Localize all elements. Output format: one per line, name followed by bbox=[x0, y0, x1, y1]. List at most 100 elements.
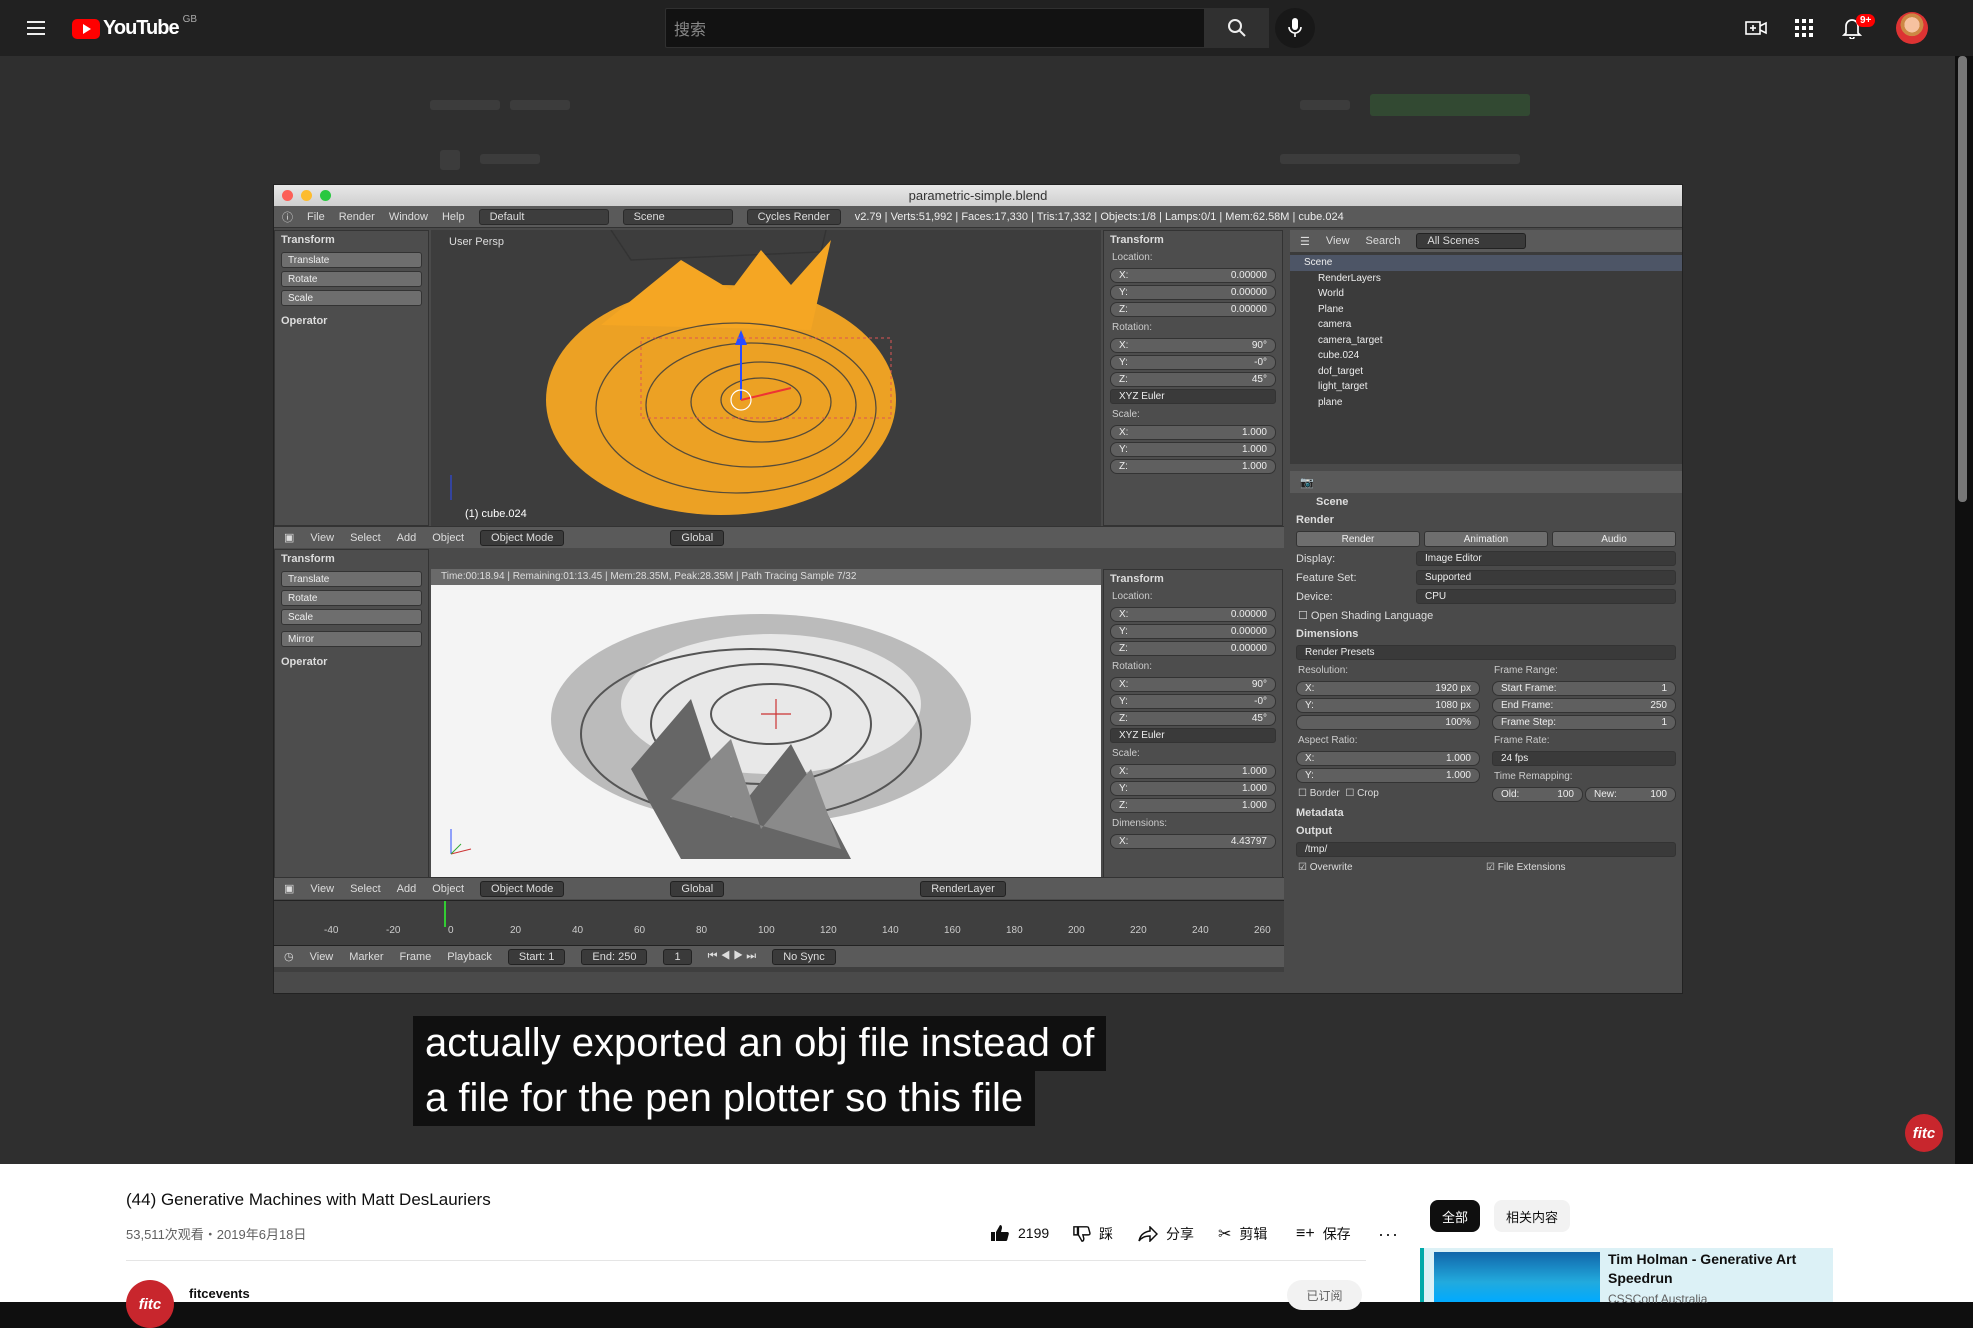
border-crop-row[interactable]: ☐ Border ☐ Crop bbox=[1290, 785, 1486, 802]
object-mode-dropdown[interactable]: Object Mode bbox=[480, 529, 565, 546]
outliner-item[interactable]: light_target bbox=[1290, 379, 1682, 395]
render-engine-dropdown[interactable]: Cycles Render bbox=[746, 208, 841, 225]
avatar[interactable] bbox=[1896, 12, 1928, 44]
overwrite-checkbox[interactable]: ☑ Overwrite bbox=[1298, 862, 1486, 873]
location-x-field[interactable]: X: 0.00000 bbox=[1110, 607, 1276, 622]
menu-marker[interactable]: Marker bbox=[349, 951, 383, 963]
voice-search-button[interactable] bbox=[1275, 8, 1315, 48]
end-frame-field[interactable]: End Frame: 250 bbox=[1492, 698, 1676, 713]
orientation-dropdown[interactable]: Global bbox=[670, 529, 725, 546]
translate-button[interactable]: Translate bbox=[281, 571, 422, 587]
scale-x-field[interactable]: X: 1.000 bbox=[1110, 425, 1276, 440]
osl-checkbox[interactable]: ☐ Open Shading Language bbox=[1290, 606, 1682, 625]
recommended-video[interactable]: Tim Holman - Generative Art Speedrun CSS… bbox=[1420, 1248, 1833, 1306]
dimensions-panel-heading[interactable]: Dimensions bbox=[1290, 625, 1682, 643]
menu-object[interactable]: Object bbox=[432, 883, 464, 895]
output-panel-heading[interactable]: Output bbox=[1290, 822, 1682, 840]
display-mode-dropdown[interactable]: All Scenes bbox=[1416, 233, 1527, 249]
video-player[interactable]: parametric-simple.blend ⓘ File Render Wi… bbox=[0, 56, 1955, 1164]
outliner-item[interactable]: World bbox=[1290, 286, 1682, 302]
scale-z-field[interactable]: Z: 1.000 bbox=[1110, 798, 1276, 813]
menu-render[interactable]: Render bbox=[339, 211, 375, 223]
chip-related[interactable]: 相关内容 bbox=[1494, 1200, 1571, 1232]
dimension-x-field[interactable]: X: 4.43797 bbox=[1110, 834, 1276, 849]
frame-step-field[interactable]: Frame Step: 1 bbox=[1492, 715, 1676, 730]
outliner-item[interactable]: RenderLayers bbox=[1290, 271, 1682, 287]
save-button[interactable]: ≡+ 保存 bbox=[1296, 1224, 1351, 1244]
aspect-y-field[interactable]: Y: 1.000 bbox=[1296, 768, 1480, 783]
render-panel-heading[interactable]: Render bbox=[1290, 511, 1682, 529]
outliner-item[interactable]: plane bbox=[1290, 395, 1682, 411]
timeline-editor[interactable]: -40 -20 0 20 40 60 80 100 120 140 160 180 200 220 240 2… bbox=[274, 900, 1284, 972]
menu-frame[interactable]: Frame bbox=[400, 951, 432, 963]
location-y-field[interactable]: Y: 0.00000 bbox=[1110, 285, 1276, 300]
rotate-button[interactable]: Rotate bbox=[281, 590, 422, 606]
clip-button[interactable]: ✂ 剪辑 bbox=[1218, 1224, 1267, 1244]
animation-button[interactable]: Animation bbox=[1424, 531, 1548, 547]
outliner-item[interactable]: Scene bbox=[1290, 255, 1682, 271]
location-z-field[interactable]: Z: 0.00000 bbox=[1110, 302, 1276, 317]
editor-type-icon[interactable]: ▣ bbox=[284, 882, 294, 895]
scale-z-field[interactable]: Z: 1.000 bbox=[1110, 459, 1276, 474]
scale-button[interactable]: Scale bbox=[281, 609, 422, 625]
render-tab-icon[interactable]: 📷 bbox=[1300, 476, 1314, 489]
info-menu-icon[interactable]: ⓘ bbox=[282, 209, 293, 225]
menu-view[interactable]: View bbox=[310, 532, 334, 544]
rotation-x-field[interactable]: X: 90° bbox=[1110, 338, 1276, 353]
display-dropdown[interactable]: Image Editor bbox=[1416, 551, 1676, 566]
menu-file[interactable]: File bbox=[307, 211, 325, 223]
menu-object[interactable]: Object bbox=[432, 532, 464, 544]
frame-rate-dropdown[interactable]: 24 fps bbox=[1492, 751, 1676, 766]
menu-add[interactable]: Add bbox=[397, 532, 417, 544]
sync-mode-dropdown[interactable]: No Sync bbox=[772, 948, 836, 965]
end-frame-field[interactable]: End: 250 bbox=[581, 948, 648, 965]
playback-controls-icon[interactable]: ⏮ ◀ ▶ ⏭ bbox=[708, 950, 757, 963]
rotation-mode-dropdown[interactable]: XYZ Euler bbox=[1110, 389, 1276, 404]
search-button[interactable] bbox=[1205, 8, 1269, 48]
playhead[interactable] bbox=[444, 901, 446, 927]
3d-viewport[interactable]: User Persp (1) cube.024 bbox=[431, 230, 1101, 526]
rotation-mode-dropdown[interactable]: XYZ Euler bbox=[1110, 728, 1276, 743]
scale-y-field[interactable]: Y: 1.000 bbox=[1110, 442, 1276, 457]
render-presets-dropdown[interactable]: Render Presets bbox=[1296, 645, 1676, 660]
like-button[interactable]: 2199 bbox=[990, 1224, 1049, 1242]
editor-type-icon[interactable]: ▣ bbox=[284, 531, 294, 544]
audio-button[interactable]: Audio bbox=[1552, 531, 1676, 547]
recommended-thumbnail[interactable] bbox=[1434, 1252, 1600, 1302]
menu-select[interactable]: Select bbox=[350, 883, 381, 895]
zoom-window-icon[interactable] bbox=[320, 190, 331, 201]
outliner-item[interactable]: camera bbox=[1290, 317, 1682, 333]
start-frame-field[interactable]: Start Frame: 1 bbox=[1492, 681, 1676, 696]
file-extensions-checkbox[interactable]: ☑ File Extensions bbox=[1486, 862, 1674, 873]
channel-avatar[interactable]: fitc bbox=[126, 1280, 174, 1328]
outliner-item[interactable]: dof_target bbox=[1290, 364, 1682, 380]
location-z-field[interactable]: Z: 0.00000 bbox=[1110, 641, 1276, 656]
resolution-x-field[interactable]: X: 1920 px bbox=[1296, 681, 1480, 696]
orientation-dropdown[interactable]: Global bbox=[670, 880, 725, 897]
rotation-y-field[interactable]: Y: -0° bbox=[1110, 694, 1276, 709]
editor-type-icon[interactable]: ◷ bbox=[284, 950, 294, 963]
scene-dropdown[interactable]: Scene bbox=[622, 208, 733, 225]
editor-type-icon[interactable]: ☰ bbox=[1300, 235, 1310, 248]
device-dropdown[interactable]: CPU bbox=[1416, 589, 1676, 604]
menu-view[interactable]: View bbox=[310, 883, 334, 895]
create-button[interactable] bbox=[1740, 12, 1772, 44]
search-input[interactable]: 搜索 bbox=[665, 8, 1205, 48]
menu-view[interactable]: View bbox=[310, 951, 334, 963]
start-frame-field[interactable]: Start: 1 bbox=[507, 948, 566, 965]
rotation-z-field[interactable]: Z: 45° bbox=[1110, 372, 1276, 387]
share-button[interactable]: 分享 bbox=[1138, 1224, 1194, 1244]
page-scrollbar[interactable] bbox=[1958, 56, 1967, 502]
aspect-x-field[interactable]: X: 1.000 bbox=[1296, 751, 1480, 766]
close-window-icon[interactable] bbox=[282, 190, 293, 201]
metadata-panel-heading[interactable]: Metadata bbox=[1290, 804, 1682, 822]
location-x-field[interactable]: X: 0.00000 bbox=[1110, 268, 1276, 283]
rendered-viewport[interactable]: Time:00:18.94 | Remaining:01:13.45 | Mem… bbox=[431, 569, 1101, 877]
location-y-field[interactable]: Y: 0.00000 bbox=[1110, 624, 1276, 639]
current-frame-field[interactable]: 1 bbox=[663, 948, 692, 965]
mirror-button[interactable]: Mirror bbox=[281, 631, 422, 647]
outliner-item[interactable]: camera_target bbox=[1290, 333, 1682, 349]
menu-help[interactable]: Help bbox=[442, 211, 465, 223]
layout-dropdown[interactable]: Default bbox=[478, 208, 609, 225]
rotation-x-field[interactable]: X: 90° bbox=[1110, 677, 1276, 692]
